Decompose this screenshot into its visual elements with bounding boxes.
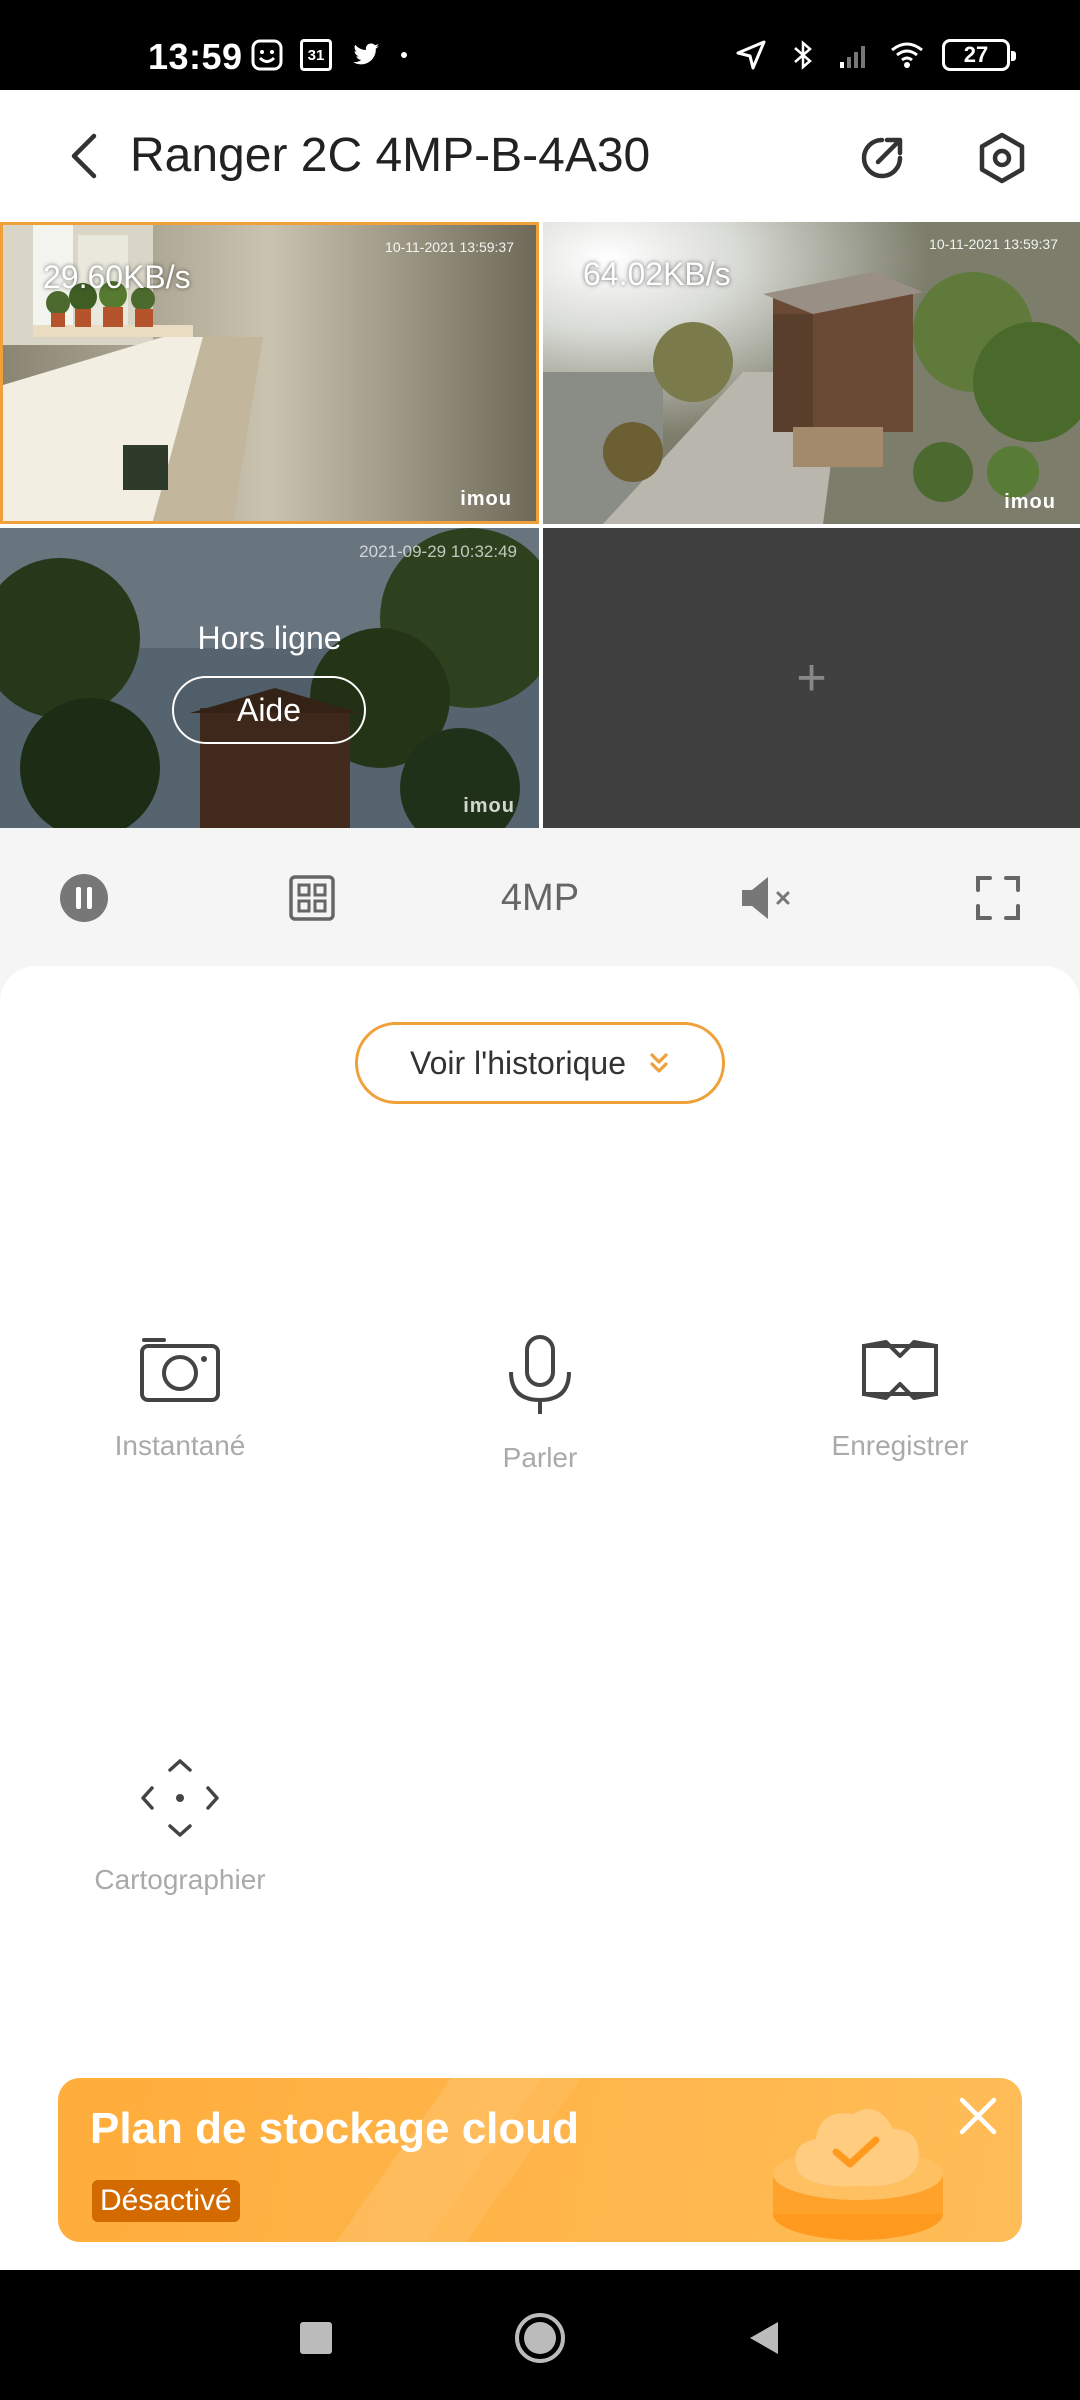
wifi-icon: [891, 42, 923, 68]
camera-timestamp: 10-11-2021 13:59:37: [385, 239, 514, 255]
location-icon: [736, 40, 766, 70]
talk-action[interactable]: Parler: [420, 1334, 660, 1474]
view-history-button[interactable]: Voir l'historique: [355, 1022, 725, 1104]
talk-label: Parler: [502, 1442, 578, 1473]
settings-button[interactable]: [974, 130, 1030, 186]
view-history-label: Voir l'historique: [410, 1044, 626, 1081]
grid-layout-button[interactable]: [282, 868, 342, 928]
square-icon: [300, 2322, 332, 2354]
fullscreen-button[interactable]: [968, 868, 1028, 928]
cloud-storage-banner[interactable]: Plan de stockage cloud Désactivé: [58, 2078, 1022, 2242]
twitter-icon: [353, 43, 379, 65]
app-face-icon: [251, 39, 283, 71]
back-button[interactable]: [58, 130, 110, 182]
snapshot-label: Instantané: [114, 1430, 246, 1461]
hexagon-settings-icon: [979, 132, 1025, 184]
home-button[interactable]: [510, 2308, 570, 2368]
cloud-check-icon: [773, 2109, 943, 2240]
fullscreen-icon: [976, 876, 1020, 920]
calendar-icon: 31: [300, 39, 332, 71]
status-bar: 13:59 31 27: [0, 0, 1080, 90]
video-record-icon: [862, 1340, 938, 1400]
microphone-icon: [509, 1335, 571, 1414]
circle-icon: [515, 2313, 565, 2363]
banner-close-button[interactable]: [950, 2088, 1006, 2144]
chevron-left-icon: [71, 133, 97, 179]
imou-logo: imou: [460, 488, 512, 510]
pause-button[interactable]: [54, 868, 114, 928]
banner-status-badge: Désactivé: [92, 2180, 240, 2222]
map-action[interactable]: Cartographier: [60, 1758, 300, 1896]
snapshot-action[interactable]: Instantané: [60, 1334, 300, 1462]
add-camera-tile[interactable]: +: [543, 528, 1080, 828]
recents-button[interactable]: [286, 2308, 346, 2368]
imou-logo: imou: [1004, 491, 1056, 513]
status-time: 13:59: [148, 36, 243, 77]
share-button[interactable]: [854, 130, 910, 186]
camera-speed: 29.60KB/s: [43, 259, 191, 295]
triangle-back-icon: [750, 2322, 778, 2354]
playback-controls: 4MP: [0, 828, 1080, 968]
signal-icon: [840, 46, 865, 68]
camera-grid: 29.60KB/s 10-11-2021 13:59:37 imou 64.02…: [0, 222, 1080, 828]
offline-label: Hors ligne: [197, 620, 342, 656]
page-title: Ranger 2C 4MP-B-4A30: [130, 129, 651, 182]
camera-tile-2[interactable]: 64.02KB/s 10-11-2021 13:59:37 imou: [543, 222, 1080, 524]
dot-icon: [401, 52, 407, 58]
double-chevron-down-icon: [650, 1053, 668, 1073]
camera-tile-3[interactable]: 2021-09-29 10:32:49 imou Hors ligne Aide: [0, 528, 539, 828]
help-button[interactable]: Aide: [172, 676, 366, 744]
battery-level: 27: [963, 42, 989, 67]
mute-button[interactable]: [736, 868, 806, 928]
camera-timestamp: 2021-09-29 10:32:49: [359, 542, 517, 561]
ptz-direction-icon: [141, 1759, 219, 1837]
speaker-muted-icon: [742, 877, 790, 919]
function-panel: Voir l'historique Instantané Parler Enre…: [0, 966, 1080, 2270]
system-icons: 27: [734, 38, 1016, 72]
camera-speed: 64.02KB/s: [583, 256, 731, 292]
camera-icon: [140, 1338, 220, 1402]
record-label: Enregistrer: [831, 1430, 969, 1461]
app-header: Ranger 2C 4MP-B-4A30: [0, 90, 1080, 222]
imou-logo: imou: [463, 795, 515, 817]
plus-icon: +: [796, 649, 827, 707]
camera-timestamp: 10-11-2021 13:59:37: [929, 236, 1058, 252]
record-action[interactable]: Enregistrer: [780, 1334, 1020, 1462]
camera-tile-1[interactable]: 29.60KB/s 10-11-2021 13:59:37 imou: [0, 222, 539, 524]
map-label: Cartographier: [94, 1864, 266, 1895]
close-icon: [959, 2097, 997, 2135]
grid-icon: [289, 875, 335, 921]
back-nav-button[interactable]: [734, 2308, 794, 2368]
bluetooth-icon: [794, 40, 812, 70]
battery-indicator: 27: [942, 39, 1016, 71]
navigation-bar: [0, 2270, 1080, 2400]
resolution-button[interactable]: 4MP: [480, 868, 600, 928]
banner-title: Plan de stockage cloud: [90, 2104, 580, 2153]
share-icon: [861, 137, 903, 179]
notification-icons: 31: [250, 38, 410, 72]
pause-icon: [60, 874, 108, 922]
